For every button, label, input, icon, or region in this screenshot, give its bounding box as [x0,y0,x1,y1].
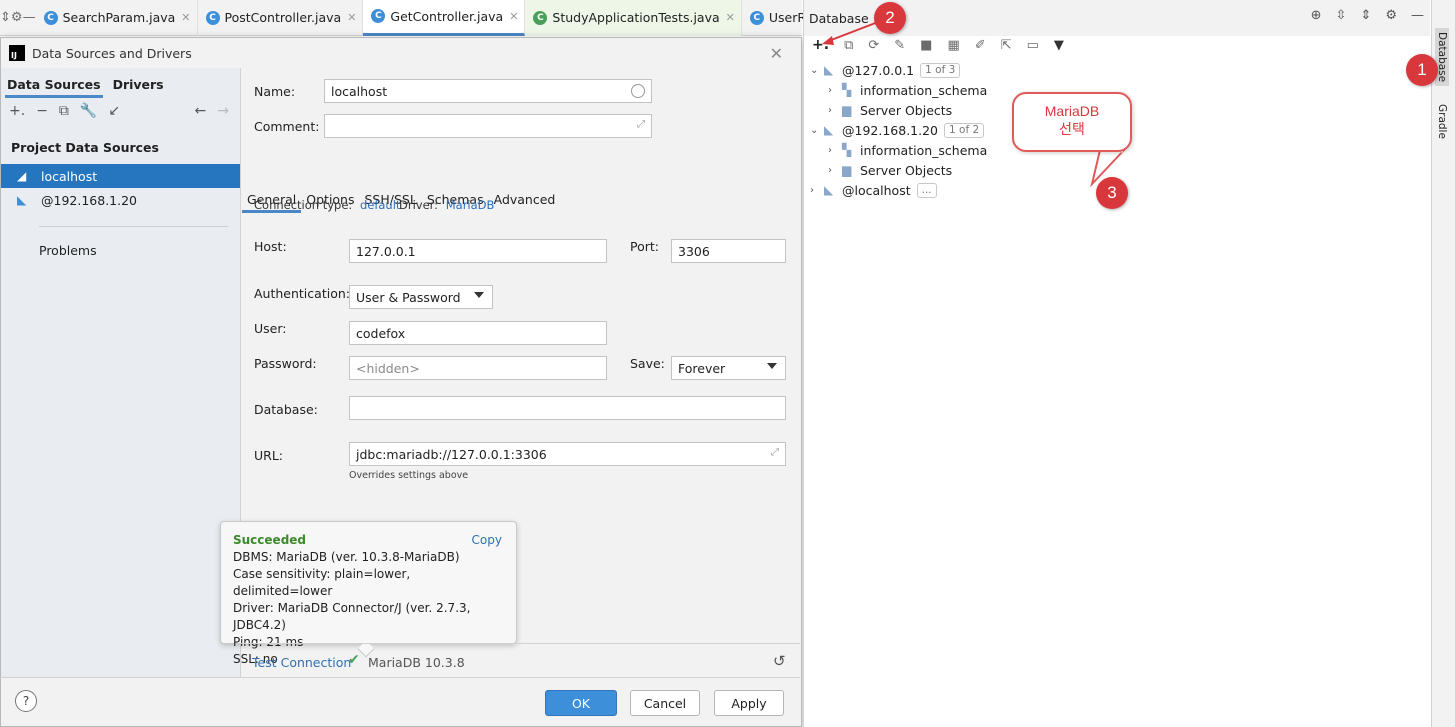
step-marker-2: 2 [874,2,906,34]
callout-tail-shape [1090,149,1127,188]
annotation-arrows [822,21,879,45]
arrowhead [822,36,834,45]
callout-line: 선택 [1059,121,1085,137]
annotation-callout: MariaDB 선택 [1012,92,1132,152]
callout-tail [1090,149,1127,188]
step-marker-1: 1 [1406,54,1438,86]
callout-line: MariaDB [1044,103,1100,119]
arrow-to-add-button [825,21,879,43]
